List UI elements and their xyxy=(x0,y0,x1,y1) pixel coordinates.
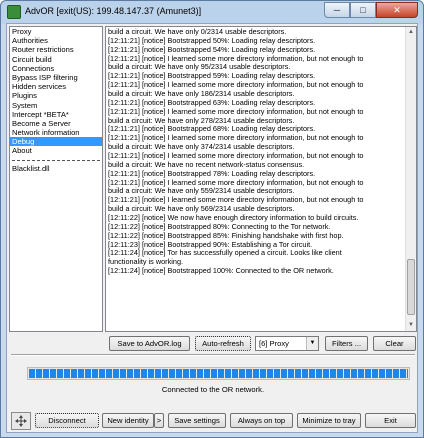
scroll-up-icon[interactable]: ▲ xyxy=(406,27,416,38)
exit-button[interactable]: Exit xyxy=(365,413,416,428)
log-scrollbar[interactable]: ▲ ▼ xyxy=(405,27,416,331)
sidebar-item[interactable]: Hidden services xyxy=(10,82,102,91)
scroll-thumb[interactable] xyxy=(407,259,415,315)
clear-button[interactable]: Clear xyxy=(373,336,416,351)
maximize-button[interactable]: □ xyxy=(350,2,376,18)
sidebar-item[interactable]: Become a Server xyxy=(10,119,102,128)
app-window: AdvOR [exit(US): 199.48.147.37 (Amunet3)… xyxy=(0,0,424,438)
log-line: [12:11:22] [notice] Bootstrapped 80%: Co… xyxy=(108,222,331,231)
maximize-icon: □ xyxy=(360,5,366,15)
filters-button[interactable]: Filters ... xyxy=(325,336,368,351)
disconnect-button[interactable]: Disconnect xyxy=(35,413,99,428)
log-line: [12:11:21] [notice] Bootstrapped 78%: Lo… xyxy=(108,169,316,178)
log-line: functionality is working. xyxy=(108,258,184,267)
log-line: [12:11:21] [notice] I learned some more … xyxy=(108,152,364,161)
log-line: [12:11:21] [notice] I learned some more … xyxy=(108,134,364,143)
log-line: build a circuit: We have only 569/2314 u… xyxy=(108,205,295,214)
save-log-button[interactable]: Save to AdvOR.log xyxy=(109,336,190,351)
log-line: [12:11:21] [notice] Bootstrapped 59%: Lo… xyxy=(108,72,316,81)
log-line: [12:11:21] [notice] Bootstrapped 63%: Lo… xyxy=(108,98,316,107)
log-line: [12:11:24] [notice] Bootstrapped 100%: C… xyxy=(108,267,334,276)
sidebar-item[interactable]: Plugins xyxy=(10,91,102,100)
log-line: [12:11:24] [notice] Tor has successfully… xyxy=(108,249,342,258)
log-line: [12:11:21] [notice] I learned some more … xyxy=(108,54,364,63)
log-level-select[interactable]: [6] Proxy ▼ xyxy=(255,336,319,351)
window-controls: ─ □ ✕ xyxy=(324,2,418,18)
sidebar-item[interactable]: About xyxy=(10,146,102,155)
sidebar-item[interactable]: Circuit build xyxy=(10,55,102,64)
log-line: [12:11:21] [notice] Bootstrapped 68%: Lo… xyxy=(108,125,316,134)
log-line: [12:11:21] [notice] I learned some more … xyxy=(108,81,364,90)
sidebar-item[interactable]: System xyxy=(10,101,102,110)
log-line: build a circuit: We have only 374/2314 u… xyxy=(108,143,295,152)
nav-list: Proxy Authorities Router restrictions Circu… xyxy=(10,27,102,156)
window-title: AdvOR [exit(US): 199.48.147.37 (Amunet3)… xyxy=(25,6,202,16)
chevron-down-icon[interactable]: ▼ xyxy=(306,337,318,350)
sidebar-item[interactable]: Bypass ISP filtering xyxy=(10,73,102,82)
sidebar-item[interactable]: Connections xyxy=(10,64,102,73)
log-view[interactable]: build a circuit. We have only 0/2314 usa… xyxy=(105,26,417,332)
log-line: [12:11:21] [notice] Bootstrapped 50%: Lo… xyxy=(108,36,316,45)
log-lines: build a circuit. We have only 0/2314 usa… xyxy=(108,28,406,276)
scroll-down-icon[interactable]: ▼ xyxy=(406,320,416,331)
log-line: [12:11:21] [notice] I learned some more … xyxy=(108,178,364,187)
status-text: Connected to the OR network. xyxy=(161,385,265,394)
sidebar-item[interactable]: Intercept *BETA* xyxy=(10,110,102,119)
new-identity-button[interactable]: New identity xyxy=(102,413,154,428)
log-line: [12:11:23] [notice] Bootstrapped 90%: Es… xyxy=(108,240,313,249)
log-line: build a circuit: We have only 95/2314 us… xyxy=(108,63,291,72)
log-line: build a circuit: We have only 186/2314 u… xyxy=(108,90,295,99)
auto-refresh-button[interactable]: Auto-refresh xyxy=(195,336,251,351)
log-line: build a circuit: We have only 559/2314 u… xyxy=(108,187,295,196)
progress-fill xyxy=(29,369,408,378)
save-settings-button[interactable]: Save settings xyxy=(168,413,226,428)
sidebar-item[interactable]: Authorities xyxy=(10,36,102,45)
sidebar-item[interactable]: Debug xyxy=(10,137,102,147)
main-panel: Proxy Authorities Router restrictions Circu… xyxy=(6,23,418,433)
advor-app-icon[interactable] xyxy=(7,5,21,19)
always-on-top-button[interactable]: Always on top xyxy=(230,413,293,428)
nav-separator xyxy=(12,159,100,161)
title-bar[interactable]: AdvOR [exit(US): 199.48.147.37 (Amunet3)… xyxy=(1,1,423,23)
divider xyxy=(11,354,415,356)
close-button[interactable]: ✕ xyxy=(376,2,418,18)
sidebar-item[interactable]: Network information xyxy=(10,128,102,137)
move-arrows-icon[interactable] xyxy=(11,412,31,430)
log-level-value: [6] Proxy xyxy=(259,339,289,348)
minimize-to-tray-button[interactable]: Minimize to tray xyxy=(297,413,361,428)
connection-progress-bar xyxy=(27,367,410,380)
log-line: [12:11:21] [notice] I learned some more … xyxy=(108,196,364,205)
log-line: build a circuit. We have only 0/2314 usa… xyxy=(108,28,287,36)
new-identity-menu-button[interactable]: > xyxy=(154,413,164,428)
minimize-icon: ─ xyxy=(333,5,341,15)
log-line: [12:11:22] [notice] Bootstrapped 85%: Fi… xyxy=(108,231,344,240)
close-icon: ✕ xyxy=(393,4,401,15)
log-line: [12:11:21] [notice] I learned some more … xyxy=(108,107,364,116)
sidebar-item[interactable]: Proxy xyxy=(10,27,102,36)
minimize-button[interactable]: ─ xyxy=(324,2,350,18)
log-line: build a circuit: We have only 278/2314 u… xyxy=(108,116,295,125)
log-line: [12:11:22] [notice] We now have enough d… xyxy=(108,214,359,223)
sidebar-item[interactable]: Router restrictions xyxy=(10,45,102,54)
log-line: build a circuit: We have no recent netwo… xyxy=(108,160,305,169)
log-line: [12:11:21] [notice] Bootstrapped 54%: Lo… xyxy=(108,45,316,54)
plugin-list: Blacklist.dll xyxy=(10,164,102,173)
sidebar-plugin-item[interactable]: Blacklist.dll xyxy=(10,164,102,173)
sidebar[interactable]: Proxy Authorities Router restrictions Circu… xyxy=(9,26,103,332)
